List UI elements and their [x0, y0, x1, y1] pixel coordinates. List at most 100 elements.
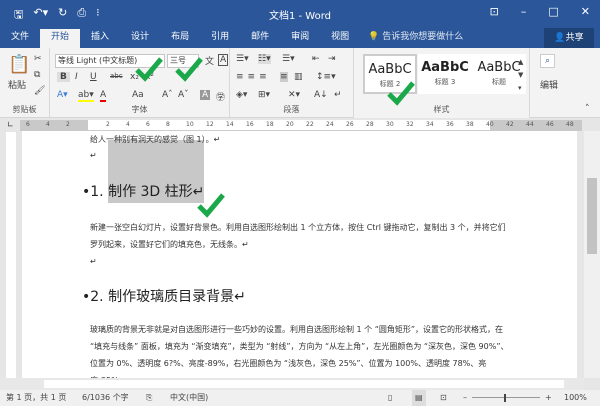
paragraph: 给人一种别有洞天的感觉（图 1）。↵: [90, 135, 221, 144]
annotation-checkmark: [387, 81, 415, 106]
paragraph-group: ☰▾ ☷▾ ☰▾ ⇤ ⇥ ≡≡≡ ≡ ▥ ↕≡▾ ◈▾ ⊞▾ ✕▾ A↓ ↵ 段…: [230, 48, 354, 118]
increase-indent-icon[interactable]: ⇥: [328, 54, 336, 64]
copy-icon[interactable]: ⧉: [34, 70, 40, 80]
chinese-layout-icon[interactable]: ✕▾: [288, 90, 300, 100]
ruler-tick-label: 22: [306, 121, 314, 128]
ruler-tick-label: 32: [406, 121, 414, 128]
empty-paragraph-mark: ↵: [90, 151, 97, 160]
multilevel-list-icon[interactable]: ☰▾: [282, 54, 295, 64]
tab-references[interactable]: 引用: [200, 29, 240, 48]
ruler-tick-label: 18: [266, 121, 274, 128]
tab-mailings[interactable]: 邮件: [240, 29, 280, 48]
shrink-font-icon[interactable]: Aˇ: [178, 90, 189, 100]
character-border-icon[interactable]: A: [218, 54, 229, 66]
ruler-tick-label: 44: [526, 121, 534, 128]
paragraph: 玻璃质的背景无非就是对自选图形进行一些巧妙的设置。利用自选图形绘制 1 个 “圆…: [90, 325, 509, 378]
ruler-tick-label: 26: [346, 121, 354, 128]
ribbon-display-icon[interactable]: ⊡: [490, 5, 499, 18]
heading-2: •2. 制作玻璃质目录背景↵: [82, 289, 246, 305]
tab-view[interactable]: 视图: [320, 29, 360, 48]
align-buttons[interactable]: ≡≡≡: [236, 72, 271, 82]
tab-layout[interactable]: 布局: [160, 29, 200, 48]
character-shading-icon[interactable]: A: [200, 90, 211, 100]
font-color-button[interactable]: A: [100, 90, 107, 102]
enclose-characters-icon[interactable]: ㊫: [216, 90, 225, 103]
print-layout-icon[interactable]: ▤: [412, 390, 426, 406]
text-effects-icon[interactable]: A▾: [57, 90, 68, 100]
zoom-slider[interactable]: [472, 397, 540, 398]
zoom-in-button[interactable]: +: [545, 390, 552, 406]
distributed-icon[interactable]: ▥: [294, 72, 303, 82]
vertical-scroll-thumb[interactable]: [587, 178, 597, 254]
vertical-ruler: [6, 132, 16, 378]
change-case-button[interactable]: Aa: [132, 90, 144, 100]
lightbulb-icon: 💡: [368, 32, 380, 42]
bold-button[interactable]: B: [57, 72, 70, 82]
underline-button[interactable]: U: [90, 72, 97, 82]
ruler-tick-label: 28: [366, 121, 374, 128]
justify-icon[interactable]: ≡: [280, 72, 288, 82]
tab-insert[interactable]: 插入: [80, 29, 120, 48]
zoom-level[interactable]: 100%: [564, 390, 587, 406]
bullets-icon[interactable]: ☰▾: [236, 54, 249, 64]
borders-icon[interactable]: ⊞▾: [258, 90, 270, 100]
read-mode-icon[interactable]: ▯: [388, 390, 392, 406]
cut-icon[interactable]: ✂: [34, 54, 42, 64]
horizontal-ruler[interactable]: 6 4 2 2 4 6 8 10 12 14 16 18 20 22 24 26 28 30 32 34 36 38 40 4…: [20, 120, 582, 131]
close-button[interactable]: ✕: [581, 5, 590, 18]
ruler-tick-label: 24: [326, 121, 334, 128]
status-bar: 第 1 页，共 1 页 6/1036 个字 ⎘ 中文(中国) ▯ ▤ ⊡ – +…: [0, 390, 600, 406]
tell-me-search[interactable]: 💡 告诉我你想要做什么: [368, 29, 463, 48]
highlight-icon[interactable]: ab▾: [78, 90, 94, 102]
tab-review[interactable]: 审阅: [280, 29, 320, 48]
ribbon: 📋 粘贴 ✂ ⧉ 🖌 剪贴板 等线 Light (中文标题) 三号 B I U …: [0, 48, 600, 118]
ruler-tick-label: 14: [226, 121, 234, 128]
web-layout-icon[interactable]: ⊡: [440, 390, 447, 406]
maximize-button[interactable]: □: [548, 5, 558, 18]
tab-stop-selector[interactable]: ∟: [7, 120, 14, 129]
share-button[interactable]: 👤共享: [544, 28, 594, 48]
numbering-icon[interactable]: ☷▾: [258, 54, 271, 64]
proofing-icon[interactable]: ⎘: [146, 390, 152, 406]
decrease-indent-icon[interactable]: ⇤: [312, 54, 320, 64]
paste-icon[interactable]: 📋: [8, 54, 30, 75]
grow-font-icon[interactable]: Aˆ: [162, 90, 173, 100]
line-spacing-icon[interactable]: ↕≡▾: [316, 72, 336, 82]
paragraph-label: 段落: [283, 105, 300, 114]
annotation-checkmark: [175, 57, 203, 82]
horizontal-scrollbar[interactable]: [0, 378, 584, 390]
language[interactable]: 中文(中国): [170, 390, 208, 406]
zoom-slider-thumb[interactable]: [504, 394, 506, 402]
title-bar: 🖫 ↶▾ ↻ ⎙ ⁝ 文档1 - Word ⊡ – □ ✕: [0, 0, 600, 28]
shading-icon[interactable]: ◈▾: [236, 90, 247, 100]
show-marks-icon[interactable]: ↵: [334, 90, 342, 100]
zoom-out-button[interactable]: –: [463, 390, 467, 406]
vertical-scrollbar[interactable]: [584, 131, 600, 378]
styles-scroll[interactable]: ▲ ▼ ▾: [518, 56, 523, 95]
ruler-tick-label: 4: [126, 121, 130, 128]
minimize-button[interactable]: –: [521, 5, 527, 18]
document-page[interactable]: 给人一种别有洞天的感觉（图 1）。↵ ↵ •1. 制作 3D 柱形↵ 新建一张空…: [22, 131, 577, 378]
tab-file[interactable]: 文件: [0, 29, 40, 48]
editing-button[interactable]: 编辑: [540, 78, 558, 91]
font-label: 字体: [131, 105, 148, 114]
format-painter-icon[interactable]: 🖌: [34, 86, 45, 96]
collapse-ribbon-icon[interactable]: ˄: [585, 104, 590, 114]
style-heading-3[interactable]: AaBbC 标题 3: [418, 54, 472, 94]
ruler-tick-label: 2: [66, 121, 70, 128]
heading-1: •1. 制作 3D 柱形↵: [82, 184, 205, 200]
page-count[interactable]: 第 1 页，共 1 页: [6, 390, 66, 406]
find-icon[interactable]: ⌕: [540, 54, 556, 68]
annotation-checkmark: [135, 57, 163, 82]
italic-button[interactable]: I: [75, 72, 78, 82]
editing-group: ⌕ 编辑: [536, 48, 566, 118]
annotation-checkmark: [197, 193, 225, 218]
word-count[interactable]: 6/1036 个字: [82, 390, 129, 406]
paste-button[interactable]: 粘贴: [8, 78, 26, 91]
sort-icon[interactable]: A↓: [314, 90, 328, 100]
tab-home[interactable]: 开始: [40, 29, 81, 48]
strikethrough-button[interactable]: abc: [110, 72, 123, 80]
ruler-tick-label: 6: [146, 121, 150, 128]
tab-design[interactable]: 设计: [120, 29, 160, 48]
phonetic-guide-icon[interactable]: 文: [205, 54, 214, 67]
